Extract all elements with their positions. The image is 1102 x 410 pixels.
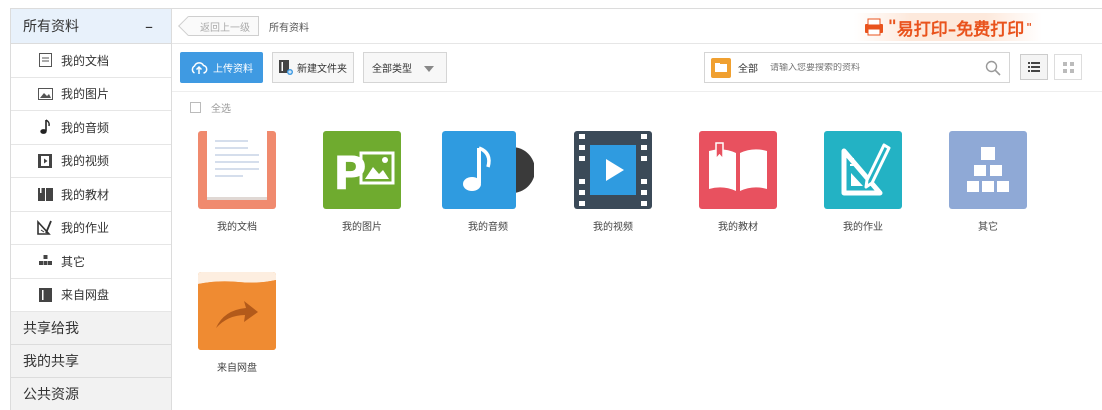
search-icon[interactable] bbox=[985, 60, 1001, 76]
other-icon bbox=[949, 131, 1027, 209]
sidebar-item-label: 我的教材 bbox=[61, 187, 110, 202]
tile-label: 我的图片 bbox=[342, 222, 382, 233]
new-folder-button[interactable]: 新建文件夹 bbox=[272, 52, 354, 83]
upload-button[interactable]: 上传资料 bbox=[180, 52, 263, 83]
sidebar-item-audio[interactable]: 我的音频 bbox=[11, 111, 171, 145]
sidebar-item-label: 我的音频 bbox=[61, 120, 110, 135]
book-icon bbox=[37, 186, 53, 202]
chevron-down-icon bbox=[424, 66, 434, 72]
tile-textbooks[interactable]: 我的教材 bbox=[688, 131, 788, 233]
sidebar: 所有资料 – 我的文档 我的图片 我的音频 我的视频 我的教材 我的作业 其它 … bbox=[10, 8, 172, 410]
video-icon bbox=[37, 153, 53, 169]
sidebar-group-public-resources[interactable]: 公共资源 bbox=[11, 378, 171, 410]
image-icon bbox=[37, 86, 53, 102]
sidebar-item-label: 来自网盘 bbox=[61, 288, 110, 303]
sidebar-header-label: 所有资料 bbox=[23, 19, 79, 35]
homework-icon bbox=[824, 131, 902, 209]
tile-documents[interactable]: 我的文档 bbox=[187, 131, 287, 233]
breadcrumb: 所有资料 bbox=[269, 22, 309, 34]
sidebar-item-documents[interactable]: 我的文档 bbox=[11, 44, 171, 78]
music-icon bbox=[37, 119, 53, 135]
search-input[interactable] bbox=[770, 62, 970, 73]
sidebar-item-label: 其它 bbox=[61, 254, 86, 269]
tile-label: 其它 bbox=[978, 222, 998, 233]
list-view-button[interactable] bbox=[1020, 54, 1048, 80]
tile-label: 我的音频 bbox=[468, 222, 508, 233]
topbar: 返回上一级 所有资料 " 易打印–免费打印 " bbox=[172, 8, 1102, 44]
select-all-label: 全选 bbox=[211, 104, 231, 115]
sidebar-item-cloud-disk[interactable]: 来自网盘 bbox=[11, 279, 171, 312]
folder-icon[interactable] bbox=[711, 57, 731, 78]
select-all-checkbox[interactable] bbox=[190, 102, 201, 113]
sidebar-item-images[interactable]: 我的图片 bbox=[11, 78, 171, 111]
sidebar-item-video[interactable]: 我的视频 bbox=[11, 145, 171, 178]
cloud-disk-icon bbox=[198, 272, 276, 350]
sidebar-header-all-materials[interactable]: 所有资料 – bbox=[11, 9, 171, 44]
sidebar-item-other[interactable]: 其它 bbox=[11, 245, 171, 279]
sidebar-item-label: 我的图片 bbox=[61, 87, 110, 102]
tile-video[interactable]: 我的视频 bbox=[563, 131, 663, 233]
tile-other[interactable]: 其它 bbox=[938, 131, 1038, 233]
image-icon: P bbox=[323, 131, 401, 209]
brand-text: 易打印–免费打印 bbox=[896, 19, 1025, 40]
collapse-icon[interactable]: – bbox=[145, 17, 153, 36]
tile-label: 来自网盘 bbox=[217, 363, 257, 374]
search-box: 全部 bbox=[704, 52, 1010, 83]
tile-label: 我的教材 bbox=[718, 222, 758, 233]
sidebar-item-label: 我的视频 bbox=[61, 154, 110, 169]
sidebar-group-shared-with-me[interactable]: 共享给我 bbox=[11, 312, 171, 345]
cloud-disk-icon bbox=[37, 287, 53, 303]
grid-view-button[interactable] bbox=[1054, 54, 1082, 80]
brand-logo: " 易打印–免费打印 " bbox=[853, 13, 1042, 41]
sidebar-group-my-shares[interactable]: 我的共享 bbox=[11, 345, 171, 378]
search-scope[interactable]: 全部 bbox=[738, 60, 758, 75]
grid-view-icon bbox=[1062, 61, 1074, 73]
list-view-icon bbox=[1028, 62, 1040, 72]
other-icon bbox=[37, 253, 53, 269]
tile-homework[interactable]: 我的作业 bbox=[813, 131, 913, 233]
sidebar-item-textbooks[interactable]: 我的教材 bbox=[11, 178, 171, 212]
document-icon bbox=[198, 131, 276, 209]
tile-label: 我的视频 bbox=[593, 222, 633, 233]
back-button[interactable]: 返回上一级 bbox=[188, 16, 259, 36]
new-folder-label: 新建文件夹 bbox=[297, 64, 347, 75]
video-icon bbox=[574, 131, 652, 209]
tile-cloud-disk[interactable]: 来自网盘 bbox=[187, 272, 287, 374]
tile-audio[interactable]: 我的音频 bbox=[438, 131, 538, 233]
book-icon bbox=[699, 131, 777, 209]
printer-icon bbox=[864, 18, 883, 36]
tile-images[interactable]: P 我的图片 bbox=[312, 131, 412, 233]
tile-label: 我的作业 bbox=[843, 222, 883, 233]
upload-label: 上传资料 bbox=[213, 64, 253, 75]
type-filter-select[interactable]: 全部类型 bbox=[363, 52, 447, 83]
tile-label: 我的文档 bbox=[217, 222, 257, 233]
select-all[interactable]: 全选 bbox=[190, 100, 231, 115]
homework-icon bbox=[37, 220, 53, 236]
sidebar-item-label: 我的文档 bbox=[61, 53, 110, 68]
music-icon bbox=[442, 131, 534, 209]
document-icon bbox=[37, 52, 53, 68]
new-folder-icon bbox=[279, 60, 293, 75]
sidebar-item-label: 我的作业 bbox=[61, 221, 110, 236]
toolbar: 上传资料 新建文件夹 全部类型 全部 bbox=[172, 44, 1102, 92]
sidebar-item-homework[interactable]: 我的作业 bbox=[11, 212, 171, 245]
type-filter-value: 全部类型 bbox=[372, 64, 412, 75]
cloud-upload-icon bbox=[191, 61, 208, 74]
